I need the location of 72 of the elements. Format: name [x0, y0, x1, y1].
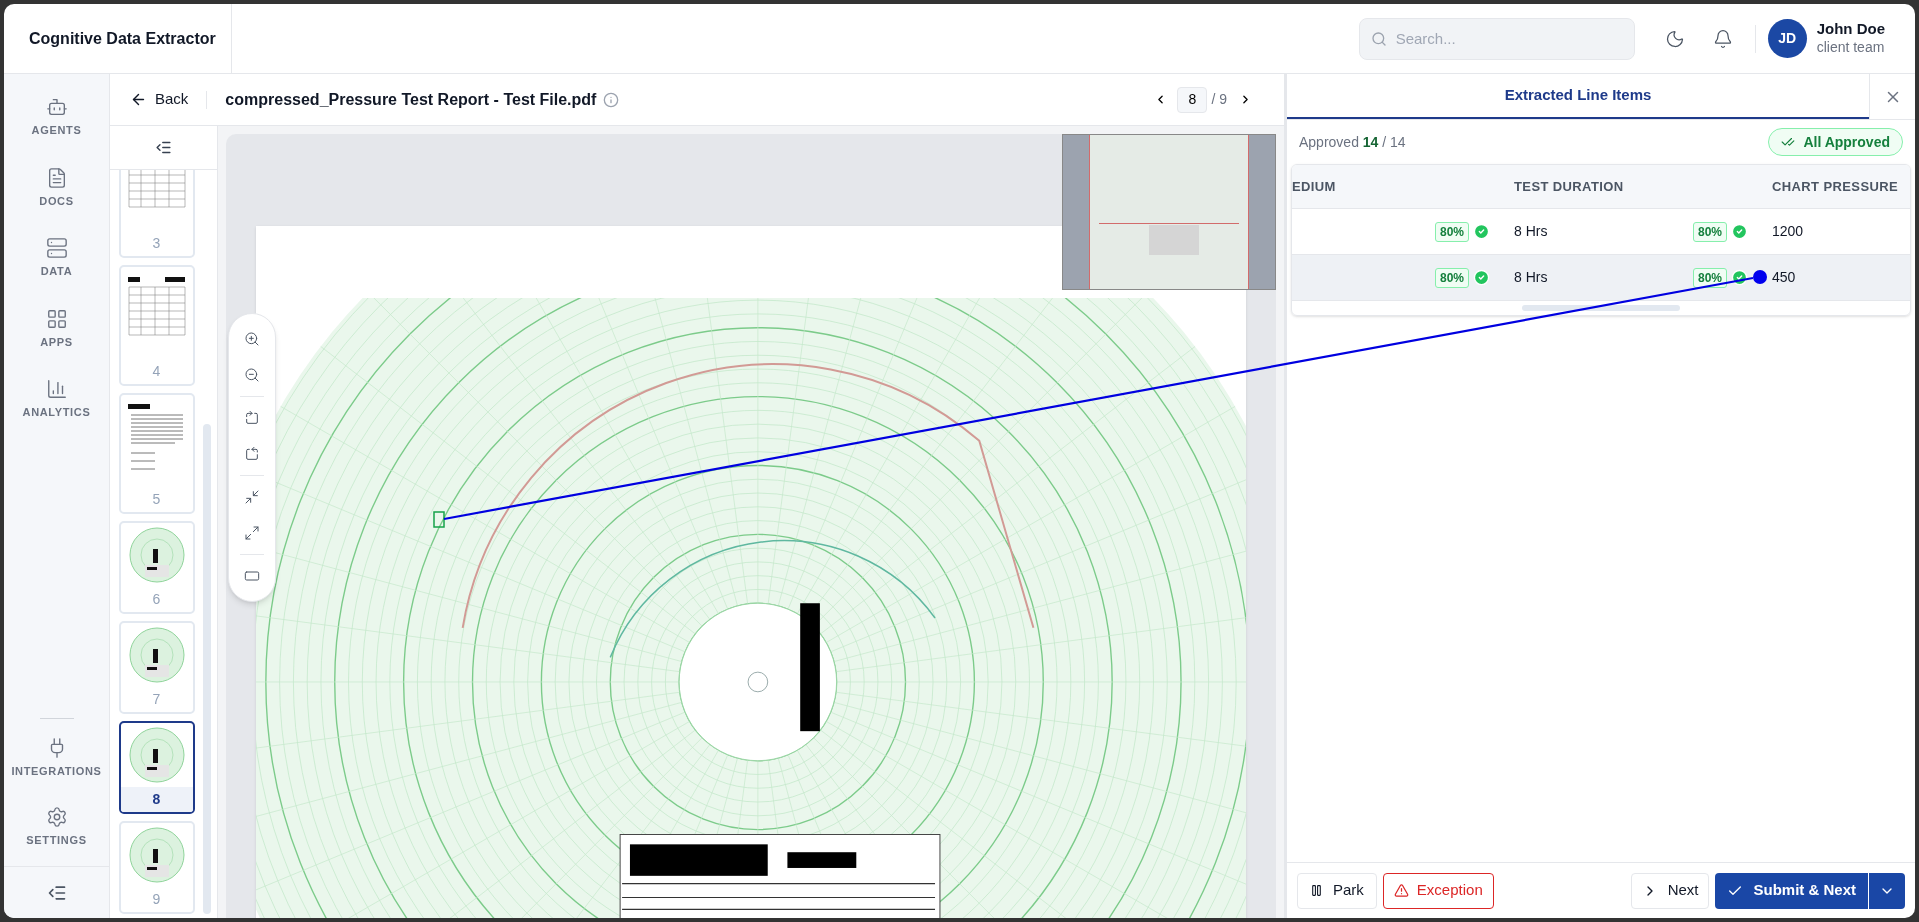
confidence-badge: 80%: [1692, 221, 1727, 242]
rotate-right-icon: [244, 410, 260, 426]
app-title: Cognitive Data Extractor: [29, 28, 216, 49]
expand-arrows-icon: [244, 525, 260, 541]
confidence-badge: 80%: [1692, 267, 1727, 288]
page-thumbnail[interactable]: 6: [118, 521, 195, 614]
rotate-left-icon: [244, 446, 260, 462]
page-thumbnail[interactable]: 9: [118, 821, 195, 914]
shrink-arrows-icon: [244, 489, 260, 505]
apps-icon: [45, 307, 68, 330]
warning-icon: [1393, 883, 1409, 898]
column-header: TEST DURATION: [1513, 177, 1625, 196]
chart-page-preview: [128, 627, 185, 683]
user-avatar[interactable]: JD: [1767, 19, 1807, 58]
data-icon: [45, 237, 68, 259]
park-button[interactable]: Park: [1297, 872, 1377, 909]
page-total: / 9: [1211, 90, 1227, 109]
page-thumbnail[interactable]: 8: [118, 721, 195, 814]
anchor-dot: [1753, 270, 1767, 284]
collapse-thumbnails-icon[interactable]: [155, 139, 172, 156]
nav-item[interactable]: SETTINGS: [4, 795, 109, 858]
analytics-icon: [45, 378, 68, 400]
chart-page-preview: [128, 827, 185, 883]
rectangle-icon: [244, 568, 260, 584]
column-header: EDIUM: [1292, 177, 1337, 196]
next-button[interactable]: Next: [1630, 872, 1710, 909]
nav-item[interactable]: DOCS: [4, 156, 109, 219]
table-cell-text: 450: [1772, 268, 1796, 287]
table-row[interactable]: 80% 8 Hrs 80% 450: [1292, 255, 1910, 301]
bell-icon: [1712, 28, 1733, 49]
line-items-tab[interactable]: Extracted Line Items: [1287, 74, 1869, 119]
submit-next-button[interactable]: Submit & Next: [1715, 872, 1868, 909]
zoom-in-icon: [244, 331, 260, 347]
search-icon: [1370, 30, 1387, 47]
back-arrow-icon: [130, 91, 147, 108]
chart-page-preview: [128, 527, 185, 583]
pause-icon: [1310, 884, 1323, 897]
table-cell-text: 8 Hrs: [1514, 268, 1548, 287]
nav-item[interactable]: APPS: [4, 297, 109, 360]
submit-options-button[interactable]: [1869, 872, 1905, 909]
nav-item[interactable]: INTEGRATIONS: [4, 727, 109, 790]
nav-item[interactable]: DATA: [4, 227, 109, 290]
page-thumbnail[interactable]: 3: [118, 170, 195, 258]
exception-button[interactable]: Exception: [1382, 872, 1494, 909]
all-approved-badge: All Approved: [1768, 128, 1903, 156]
search-field[interactable]: Search...: [1358, 17, 1635, 60]
user-name: John Doe: [1816, 20, 1885, 40]
back-button[interactable]: Back: [130, 88, 189, 111]
confidence-badge: 80%: [1434, 267, 1469, 288]
scrollbar-thumb[interactable]: [203, 424, 211, 914]
page-number-field[interactable]: 8: [1177, 86, 1208, 113]
settings-icon: [45, 805, 68, 828]
approved-count: Approved 14 / 14: [1299, 132, 1406, 152]
chart-page-preview: [128, 727, 185, 783]
page-thumbnail[interactable]: 7: [118, 621, 195, 714]
confidence-badge: 80%: [1434, 221, 1469, 242]
table-cell-text: 8 Hrs: [1514, 222, 1548, 241]
minimap-preview[interactable]: [1062, 134, 1276, 290]
moon-icon: [1664, 28, 1685, 49]
info-icon[interactable]: [603, 91, 620, 108]
agents-icon: [45, 96, 68, 118]
column-header: CHART PRESSURE: [1771, 177, 1900, 196]
table-cell-text: 1200: [1772, 222, 1804, 241]
horizontal-scrollbar[interactable]: [1522, 305, 1680, 311]
zoom-out-icon: [244, 367, 260, 383]
user-role: client team: [1816, 39, 1885, 57]
page-thumbnail[interactable]: 4: [118, 265, 195, 386]
nav-item[interactable]: ANALYTICS: [4, 368, 109, 431]
table-row[interactable]: 80% 8 Hrs 80% 1200: [1292, 209, 1910, 255]
page-thumbnail[interactable]: 5: [118, 393, 195, 514]
file-name: compressed_Pressure Test Report - Test File.pdf: [225, 89, 597, 110]
nav-item[interactable]: AGENTS: [4, 86, 109, 149]
